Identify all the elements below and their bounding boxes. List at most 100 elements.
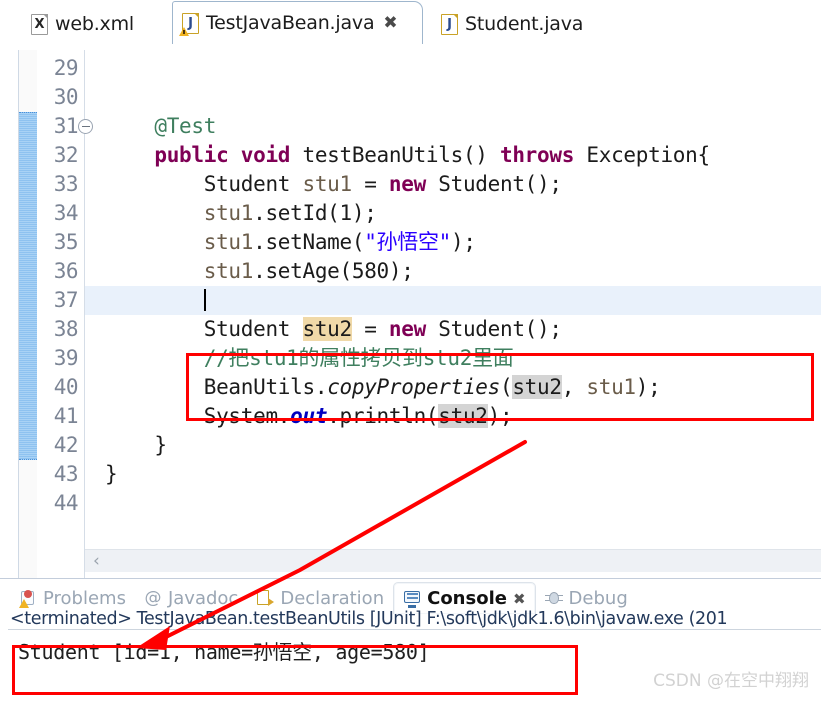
java-file-warning-icon: J (179, 12, 199, 36)
code-token: System. (105, 404, 291, 428)
code-line[interactable] (85, 54, 821, 83)
bug-icon (544, 589, 563, 607)
code-token: ); (487, 404, 513, 428)
console-separator (8, 629, 821, 630)
code-line[interactable] (85, 489, 821, 518)
code-token: } (105, 433, 167, 457)
code-token: Student (105, 317, 303, 341)
tab-label: Problems (43, 587, 126, 609)
line-number: 37 (53, 288, 79, 312)
at-sign-icon: @ (144, 588, 162, 608)
csdn-watermark: CSDN @在空中翔翔 (653, 671, 809, 691)
line-number: 35 (53, 230, 79, 254)
editor-horizontal-scrollbar[interactable]: ‹ (85, 549, 821, 572)
code-line[interactable] (85, 83, 821, 112)
code-token: stu2 (302, 317, 352, 341)
close-icon[interactable]: ✖ (383, 13, 397, 33)
code-token: throws (500, 143, 587, 167)
console-icon (403, 590, 421, 608)
tab-label: Debug (568, 587, 628, 609)
code-token: ( (500, 375, 513, 399)
code-token: stu1 (586, 375, 636, 399)
bottom-view-panel: Problems @ Javadoc Declaration Console ✖… (0, 578, 821, 704)
code-line[interactable]: System.out.println(stu2); (85, 402, 821, 431)
code-token: @Test (105, 114, 217, 138)
tab-label: Console (427, 588, 507, 609)
problems-icon (19, 589, 37, 608)
editor-tab-label: Student.java (465, 13, 584, 35)
code-token: //把stu1的属性拷贝到stu2里面 (105, 346, 514, 370)
line-number: 30 (53, 85, 79, 109)
tab-label: Declaration (280, 587, 385, 609)
code-area[interactable]: @Test public void testBeanUtils() throws… (85, 50, 821, 578)
code-token: out (290, 404, 328, 428)
code-token: new (388, 317, 439, 341)
code-line[interactable] (85, 286, 821, 315)
line-number: 44 (53, 491, 79, 515)
code-line[interactable]: } (85, 460, 821, 489)
code-editor[interactable]: 29 30 31 32 33 34 35 36 37 38 39 40 41 42 43 44 @Test p… (0, 50, 821, 578)
line-number: 41 (53, 404, 79, 428)
code-token: Student (105, 172, 303, 196)
warning-overlay-icon (179, 26, 189, 36)
code-token: stu1 (203, 259, 254, 283)
xml-file-icon: X (31, 13, 48, 35)
code-token: stu2 (438, 404, 488, 428)
code-token: public void (154, 143, 303, 167)
code-token: } (105, 462, 118, 486)
editor-marker-highlight (19, 112, 37, 460)
editor-tab-testjavabean-java[interactable]: J TestJavaBean.java ✖ (172, 1, 423, 44)
editor-tab-student-java[interactable]: J Student.java (432, 5, 622, 43)
code-token: stu1 (203, 230, 254, 254)
editor-tab-bar: X web.xml J TestJavaBean.java ✖ J Studen… (0, 0, 821, 52)
line-number: 29 (53, 56, 79, 80)
code-token: = (351, 172, 389, 196)
code-line[interactable]: Student stu1 = new Student(); (85, 170, 821, 199)
tab-label: Javadoc (167, 587, 239, 609)
code-token: Student(); (438, 317, 562, 341)
code-line[interactable]: //把stu1的属性拷贝到stu2里面 (85, 344, 821, 373)
close-icon[interactable]: ✖ (513, 590, 526, 608)
line-number: 32 (53, 143, 79, 167)
code-line[interactable]: public void testBeanUtils() throws Excep… (85, 141, 821, 170)
java-file-icon: J (441, 13, 458, 35)
code-token: stu1 (302, 172, 353, 196)
code-line[interactable]: @Test (85, 112, 821, 141)
scroll-left-icon[interactable]: ‹ (93, 550, 100, 572)
editor-tab-label: web.xml (55, 13, 134, 35)
declaration-icon (256, 589, 275, 607)
code-token: = (351, 317, 389, 341)
code-line[interactable]: BeanUtils.copyProperties(stu2, stu1); (85, 373, 821, 402)
code-token: Student(); (438, 172, 562, 196)
code-token: BeanUtils. (105, 375, 328, 399)
code-token: , (561, 375, 587, 399)
fold-collapse-icon[interactable] (78, 119, 93, 134)
code-line[interactable]: stu1.setAge(580); (85, 257, 821, 286)
code-token: .println( (327, 404, 439, 428)
editor-tab-label: TestJavaBean.java (206, 12, 375, 34)
code-token: .setId(1); (253, 201, 377, 225)
line-number: 40 (53, 375, 79, 399)
code-token: testBeanUtils() (302, 143, 500, 167)
code-line[interactable]: } (85, 431, 821, 460)
code-line[interactable]: stu1.setId(1); (85, 199, 821, 228)
code-token: stu1 (203, 201, 254, 225)
code-token: ); (451, 230, 476, 254)
code-token: new (388, 172, 439, 196)
code-token: .setAge(580); (253, 259, 414, 283)
text-caret (203, 289, 206, 311)
editor-tab-web-xml[interactable]: X web.xml (22, 5, 177, 43)
line-number: 31 (53, 114, 79, 138)
code-line[interactable]: Student stu2 = new Student(); (85, 315, 821, 344)
line-number: 43 (53, 462, 79, 486)
line-number: 39 (53, 346, 79, 370)
code-token: stu2 (512, 375, 562, 399)
line-number: 42 (53, 433, 79, 457)
code-line[interactable]: stu1.setName("孙悟空"); (85, 228, 821, 257)
line-number: 36 (53, 259, 79, 283)
console-launch-status: <terminated> TestJavaBean.testBeanUtils … (10, 609, 728, 629)
line-number: 34 (53, 201, 79, 225)
